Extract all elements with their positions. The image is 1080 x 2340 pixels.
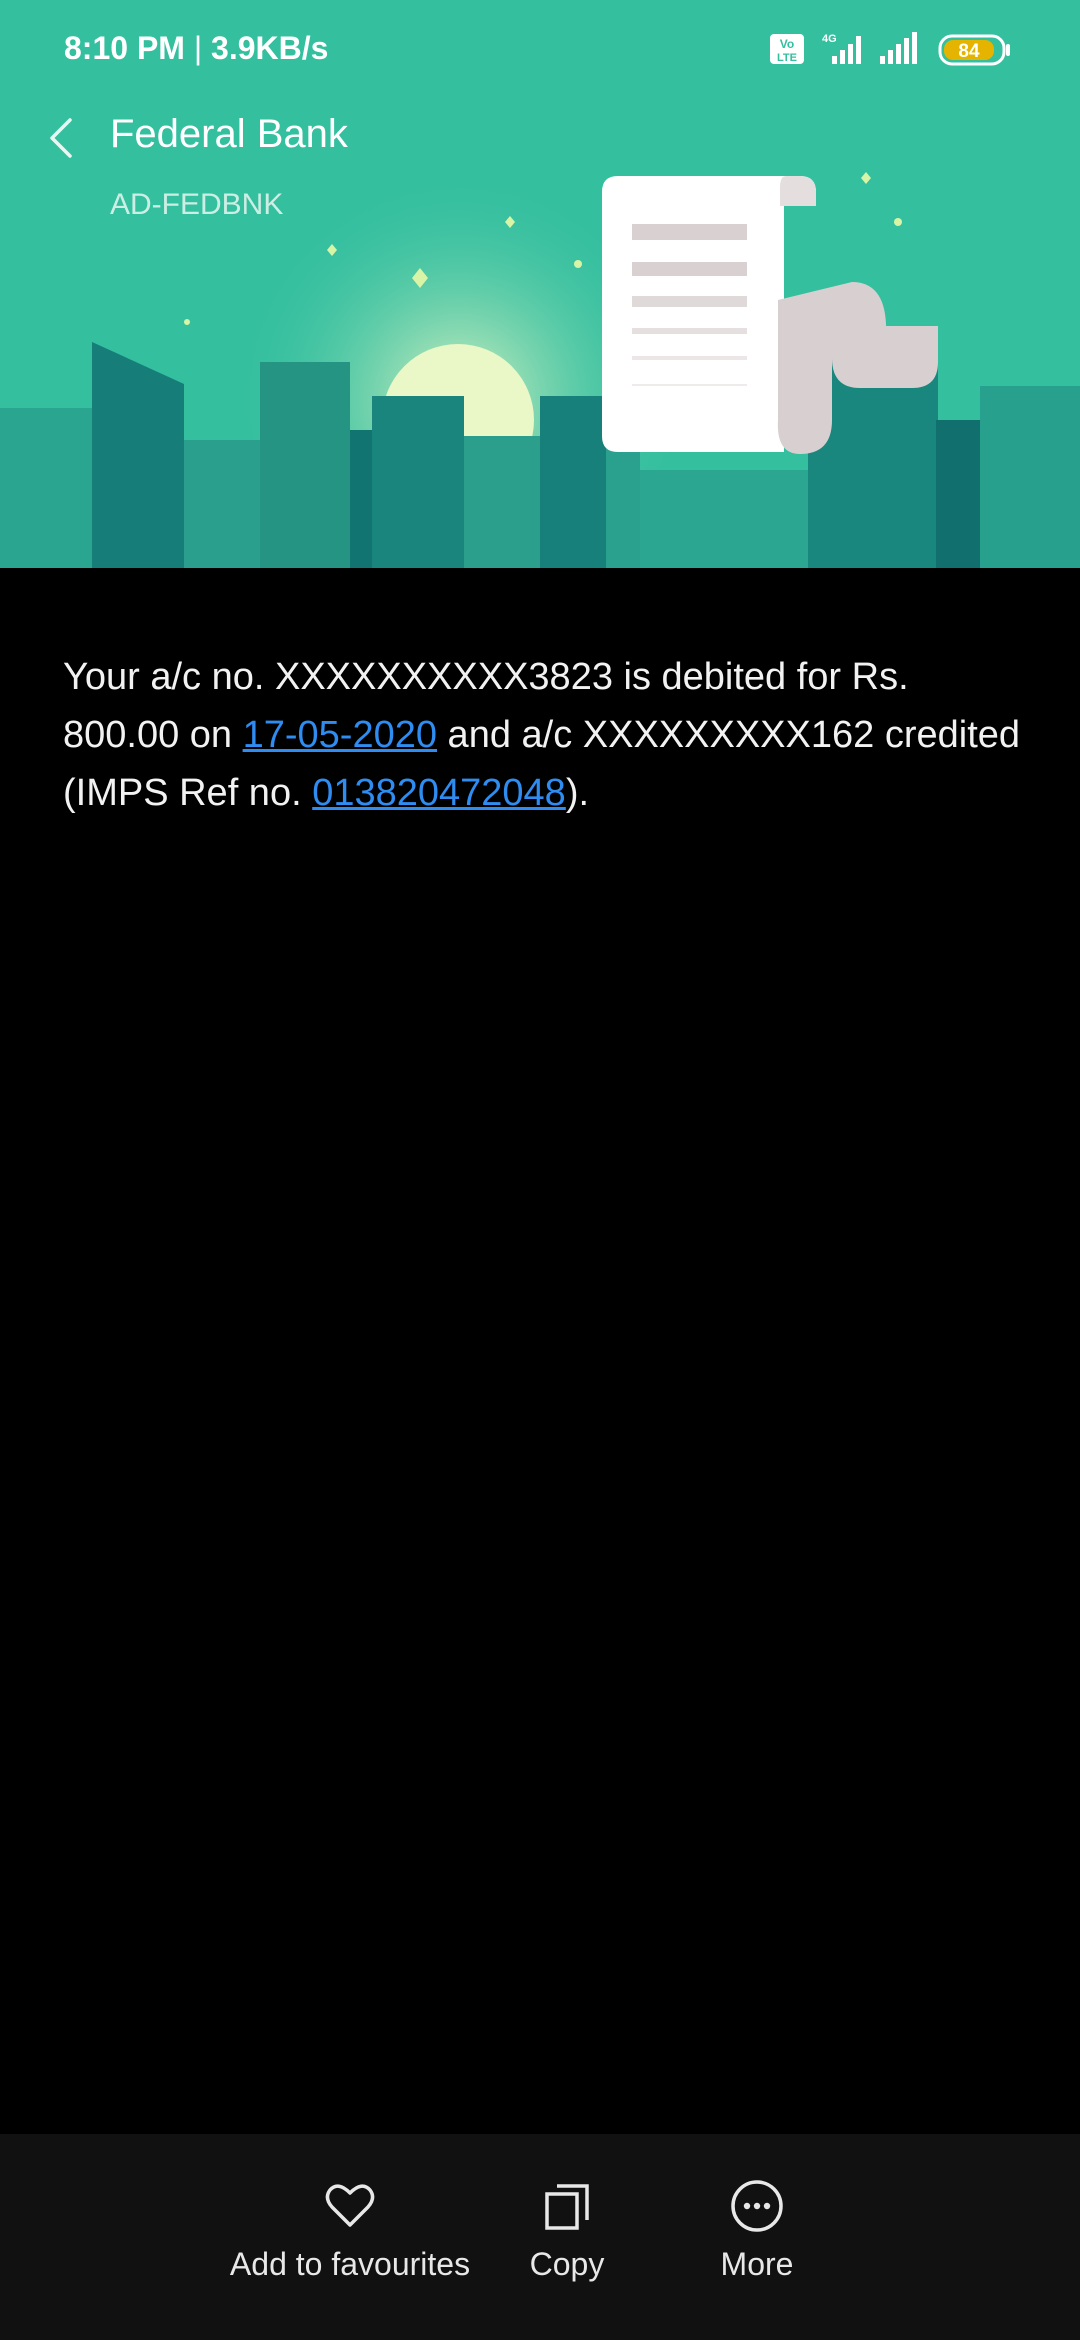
more-icon bbox=[731, 2180, 783, 2232]
copy-label: Copy bbox=[529, 2246, 605, 2282]
page-title: Federal Bank bbox=[110, 112, 348, 156]
sender-id: AD-FEDBNK bbox=[110, 188, 284, 221]
signal-icon bbox=[880, 32, 917, 64]
clock-text: 8:10 PM bbox=[64, 30, 185, 66]
date-link[interactable]: 17-05-2020 bbox=[243, 714, 437, 756]
copy-icon bbox=[545, 2184, 589, 2230]
battery-level: 84 bbox=[958, 41, 980, 62]
copy-button[interactable]: Copy bbox=[500, 2178, 634, 2283]
svg-text:Vo: Vo bbox=[780, 37, 794, 51]
status-bar: 8:10 PM | 3.9KB/s Vo LTE 4G 84 bbox=[0, 0, 1080, 100]
add-to-favourites-button[interactable]: Add to favourites bbox=[220, 2178, 480, 2283]
message-text-3: ). bbox=[565, 772, 590, 814]
title-row: Federal Bank bbox=[0, 100, 1080, 180]
volte-icon: Vo LTE bbox=[770, 34, 804, 64]
more-button[interactable]: More bbox=[690, 2178, 824, 2283]
svg-text:4G: 4G bbox=[822, 33, 837, 45]
heart-icon bbox=[325, 2184, 375, 2227]
header-banner: 8:10 PM | 3.9KB/s Vo LTE 4G 84 Federal B… bbox=[0, 0, 1080, 568]
back-button[interactable] bbox=[36, 108, 86, 168]
ref-number-link[interactable]: 013820472048 bbox=[312, 772, 566, 814]
svg-text:LTE: LTE bbox=[777, 52, 797, 64]
favourites-label: Add to favourites bbox=[229, 2246, 471, 2282]
more-label: More bbox=[720, 2246, 794, 2282]
network-speed: 3.9KB/s bbox=[211, 30, 329, 66]
battery-icon: 84 bbox=[938, 34, 1010, 66]
signal-4g-icon: 4G bbox=[822, 33, 861, 64]
message-body: Your a/c no. XXXXXXXXXX3823 is debited f… bbox=[63, 648, 1023, 822]
status-icons: Vo LTE 4G 84 bbox=[770, 32, 1010, 66]
chevron-left-icon bbox=[50, 118, 72, 158]
status-time: 8:10 PM | 3.9KB/s bbox=[64, 30, 329, 66]
bottom-action-bar: Add to favourites Copy More bbox=[0, 2134, 1080, 2340]
